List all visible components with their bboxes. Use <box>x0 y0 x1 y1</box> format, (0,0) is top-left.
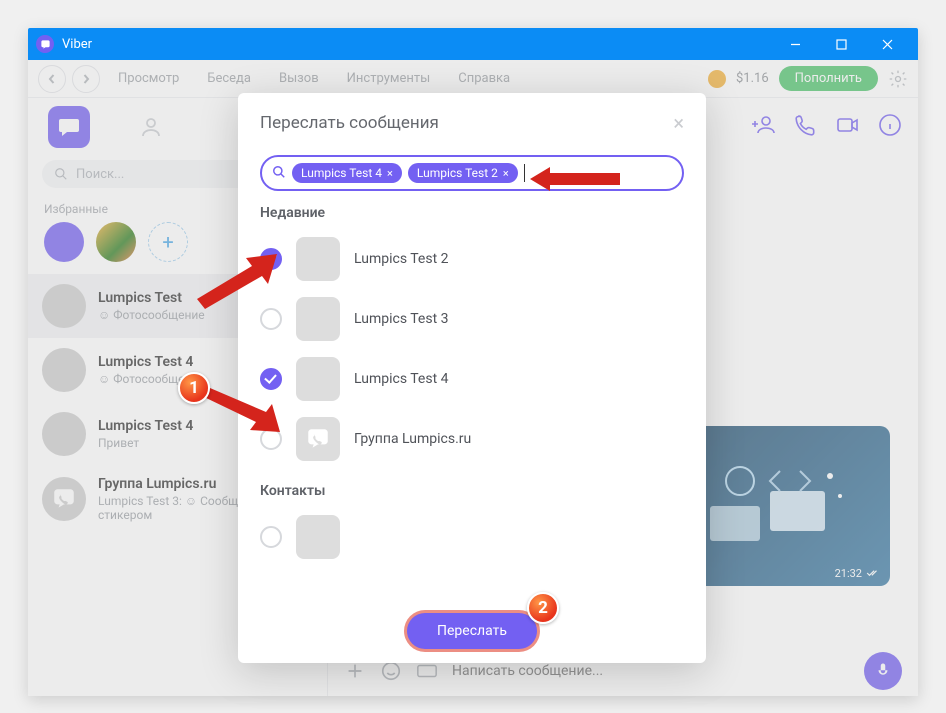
contact-row[interactable]: Lumpics Test 2 <box>238 229 706 289</box>
close-window-button[interactable] <box>864 28 910 60</box>
contact-name: Lumpics Test 2 <box>354 251 449 267</box>
checkbox-checked[interactable] <box>260 368 282 390</box>
contact-row[interactable]: Группа Lumpics.ru <box>238 409 706 469</box>
forward-modal: Переслать сообщения × Lumpics Test 4× Lu… <box>238 93 706 663</box>
contact-name: Группа Lumpics.ru <box>354 431 471 447</box>
contact-row[interactable]: Lumpics Test 3 <box>238 289 706 349</box>
contact-row[interactable]: Lumpics Test 4 <box>238 349 706 409</box>
annotation-arrow <box>192 262 277 311</box>
annotation-badge-1: 1 <box>178 372 210 404</box>
checkbox-unchecked[interactable] <box>260 308 282 330</box>
avatar <box>296 417 340 461</box>
modal-search[interactable]: Lumpics Test 4× Lumpics Test 2× <box>260 155 684 191</box>
maximize-button[interactable] <box>818 28 864 60</box>
annotation-arrow <box>530 167 620 195</box>
annotation-badge-2: 2 <box>527 592 559 624</box>
modal-title: Переслать сообщения <box>260 113 439 133</box>
avatar <box>296 515 340 559</box>
titlebar: Viber <box>28 28 918 60</box>
contact-row[interactable] <box>238 507 706 567</box>
contact-name: Lumpics Test 3 <box>354 311 449 327</box>
search-icon <box>272 164 286 183</box>
section-recent-label: Недавние <box>238 205 706 221</box>
checkbox-unchecked[interactable] <box>260 526 282 548</box>
search-chip[interactable]: Lumpics Test 4× <box>292 163 402 183</box>
section-contacts-label: Контакты <box>238 483 706 499</box>
window-title: Viber <box>62 37 772 52</box>
search-chip[interactable]: Lumpics Test 2× <box>408 163 518 183</box>
modal-close-button[interactable]: × <box>673 111 684 135</box>
contact-name: Lumpics Test 4 <box>354 371 449 387</box>
forward-button[interactable]: Переслать <box>407 613 537 649</box>
avatar <box>296 237 340 281</box>
recent-list: Lumpics Test 2 Lumpics Test 3 Lumpics Te… <box>238 229 706 599</box>
minimize-button[interactable] <box>772 28 818 60</box>
annotation-arrow <box>200 390 280 434</box>
chip-remove-icon[interactable]: × <box>503 167 509 180</box>
viber-logo-icon <box>36 35 54 53</box>
chip-remove-icon[interactable]: × <box>387 167 393 180</box>
avatar <box>296 357 340 401</box>
avatar <box>296 297 340 341</box>
text-cursor <box>524 164 525 182</box>
